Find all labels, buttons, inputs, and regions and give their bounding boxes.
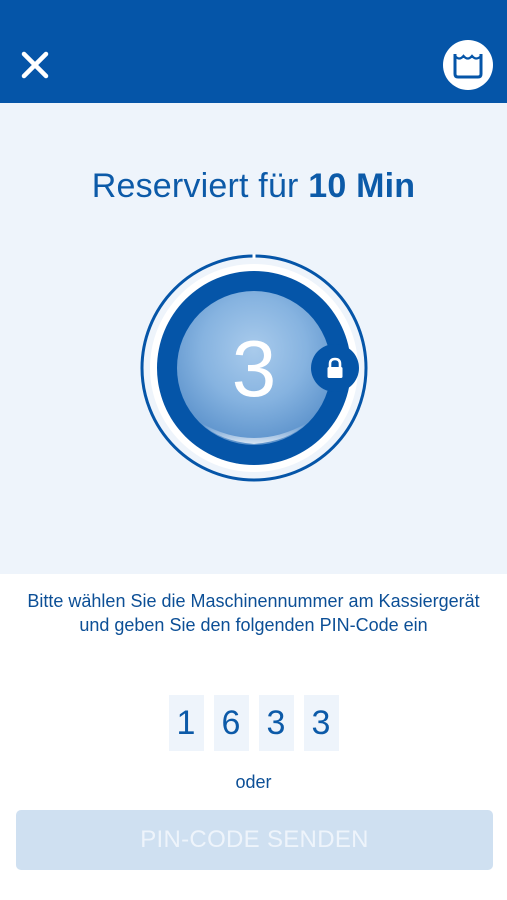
pin-digit: 1 — [168, 695, 204, 751]
pin-code: 1 6 3 3 — [0, 695, 507, 751]
lock-icon — [327, 357, 343, 378]
pin-digit: 3 — [258, 695, 294, 751]
top-bar — [0, 0, 507, 103]
machine-button[interactable] — [443, 40, 493, 90]
close-button[interactable] — [14, 44, 56, 86]
title-time: 10 Min — [308, 167, 416, 205]
close-icon — [21, 51, 49, 79]
pin-digit: 3 — [303, 695, 339, 751]
machine-number: 3 — [232, 324, 277, 413]
pin-digit: 6 — [213, 695, 249, 751]
lock-badge — [311, 344, 359, 392]
send-pin-button[interactable]: PIN-CODE SENDEN — [16, 810, 493, 870]
instructions-text: Bitte wählen Sie die Maschinennummer am … — [27, 591, 480, 635]
washing-basin-icon — [453, 54, 483, 79]
reservation-title: Reserviert für 10 Min — [0, 167, 507, 206]
title-prefix: Reserviert für — [91, 167, 299, 205]
or-label: oder — [235, 772, 272, 792]
